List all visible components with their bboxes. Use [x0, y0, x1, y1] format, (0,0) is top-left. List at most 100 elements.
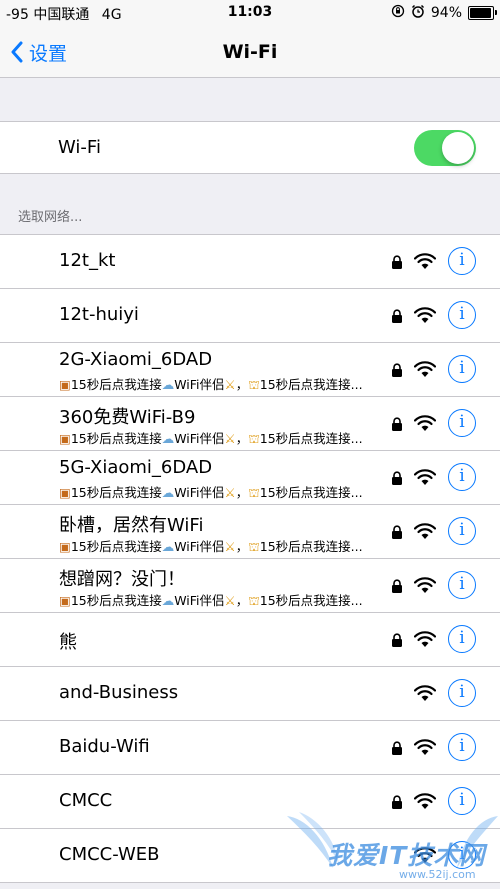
- toggle-knob: [442, 132, 474, 164]
- wifi-signal-icon: [414, 469, 436, 485]
- lock-icon: [392, 309, 402, 323]
- section-header: 选取网络...: [18, 210, 83, 225]
- status-bar: -95 中国联通 4G 11:03 94%: [0, 0, 500, 26]
- wifi-signal-icon: [414, 523, 436, 539]
- network-row[interactable]: 2G-Xiaomi_6DAD ▣15秒后点我连接☁WiFi伴侣⚔，⛫15秒后点我连…: [0, 343, 500, 397]
- network-row[interactable]: CMCC i: [0, 775, 500, 829]
- wifi-signal-icon: [414, 685, 436, 701]
- network-name: 12t_kt: [59, 250, 116, 271]
- network-name: 熊: [59, 632, 77, 653]
- wifi-signal-icon: [414, 847, 436, 863]
- runner-icon: ⚔: [224, 593, 236, 608]
- network-subtitle-part: ，: [235, 485, 249, 500]
- network-name: Baidu-Wifi: [59, 736, 150, 757]
- navigation-bar: 设置 Wi-Fi: [0, 26, 500, 78]
- network-name: and-Business: [59, 682, 179, 703]
- info-button[interactable]: i: [448, 733, 476, 761]
- cloud-icon: ☁: [161, 485, 175, 500]
- wifi-signal-icon: [414, 307, 436, 323]
- network-subtitle-part: WiFi伴侣: [174, 485, 225, 500]
- network-subtitle-part: WiFi伴侣: [174, 431, 225, 446]
- network-row[interactable]: 12t_kt i: [0, 235, 500, 289]
- info-button[interactable]: i: [448, 679, 476, 707]
- lock-icon: [392, 579, 402, 593]
- network-subtitle-part: 15秒后点我连接: [70, 431, 162, 446]
- battery-tip: [495, 10, 497, 15]
- wifi-toggle-row: Wi-Fi: [0, 121, 500, 174]
- page-title: Wi-Fi: [222, 41, 278, 63]
- runner-icon: ⚔: [224, 539, 236, 554]
- bus-icon: ▣: [59, 593, 71, 608]
- info-button[interactable]: i: [448, 571, 476, 599]
- network-name: 5G-Xiaomi_6DAD: [59, 457, 213, 478]
- network-subtitle-part: WiFi伴侣: [174, 539, 225, 554]
- network-subtitle-part: 15秒后点我连接: [70, 377, 162, 392]
- ferris-wheel-icon: ⛫: [248, 593, 260, 608]
- network-row[interactable]: CMCC-WEB i: [0, 829, 500, 883]
- wifi-toggle-label: Wi-Fi: [58, 137, 101, 158]
- bus-icon: ▣: [59, 485, 71, 500]
- network-name: 卧槽，居然有WiFi: [59, 515, 204, 536]
- battery-fill: [470, 8, 491, 18]
- runner-icon: ⚔: [224, 485, 236, 500]
- network-subtitle-part: 15秒后点我连接...: [259, 539, 363, 554]
- info-button[interactable]: i: [448, 517, 476, 545]
- lock-icon: [392, 633, 402, 647]
- lock-icon: [392, 741, 402, 755]
- network-row[interactable]: Baidu-Wifi i: [0, 721, 500, 775]
- wifi-signal-icon: [414, 577, 436, 593]
- wifi-signal-icon: [414, 739, 436, 755]
- network-subtitle-part: 15秒后点我连接: [70, 539, 162, 554]
- network-subtitle-part: WiFi伴侣: [174, 377, 225, 392]
- ferris-wheel-icon: ⛫: [248, 431, 260, 446]
- network-subtitle: ▣15秒后点我连接☁WiFi伴侣⚔，⛫15秒后点我连接...: [59, 482, 397, 502]
- network-subtitle-part: WiFi伴侣: [174, 593, 225, 608]
- cloud-icon: ☁: [161, 431, 175, 446]
- network-name: 12t-huiyi: [59, 304, 139, 325]
- network-row[interactable]: 想蹭网？没门！ ▣15秒后点我连接☁WiFi伴侣⚔，⛫15秒后点我连接... i: [0, 559, 500, 613]
- lock-icon: [392, 525, 402, 539]
- info-button[interactable]: i: [448, 301, 476, 329]
- network-row[interactable]: 12t-huiyi i: [0, 289, 500, 343]
- network-row[interactable]: and-Business i: [0, 667, 500, 721]
- network-row[interactable]: 5G-Xiaomi_6DAD ▣15秒后点我连接☁WiFi伴侣⚔，⛫15秒后点我连…: [0, 451, 500, 505]
- wifi-signal-icon: [414, 415, 436, 431]
- lock-icon: [392, 255, 402, 269]
- cloud-icon: ☁: [161, 539, 175, 554]
- bus-icon: ▣: [59, 377, 71, 392]
- info-button[interactable]: i: [448, 463, 476, 491]
- ferris-wheel-icon: ⛫: [248, 377, 260, 392]
- wifi-signal-icon: [414, 793, 436, 809]
- network-name: 360免费WiFi-B9: [59, 407, 196, 428]
- info-button[interactable]: i: [448, 355, 476, 383]
- wifi-toggle-switch[interactable]: [414, 130, 476, 166]
- network-row[interactable]: 卧槽，居然有WiFi ▣15秒后点我连接☁WiFi伴侣⚔，⛫15秒后点我连接...…: [0, 505, 500, 559]
- info-button[interactable]: i: [448, 247, 476, 275]
- network-subtitle-part: ，: [235, 431, 249, 446]
- battery-icon: [468, 6, 497, 20]
- network-subtitle-part: 15秒后点我连接...: [259, 431, 363, 446]
- info-button[interactable]: i: [448, 409, 476, 437]
- network-name: CMCC: [59, 790, 113, 811]
- network-subtitle: ▣15秒后点我连接☁WiFi伴侣⚔，⛫15秒后点我连接...: [59, 590, 397, 610]
- info-button[interactable]: i: [448, 841, 476, 869]
- runner-icon: ⚔: [224, 431, 236, 446]
- network-subtitle-part: 15秒后点我连接...: [259, 377, 363, 392]
- network-row[interactable]: 熊i: [0, 613, 500, 667]
- info-button[interactable]: i: [448, 787, 476, 815]
- rotation-lock-icon: [391, 4, 405, 22]
- network-subtitle-part: 15秒后点我连接...: [259, 485, 363, 500]
- alarm-icon: [411, 4, 425, 22]
- network-row[interactable]: 360免费WiFi-B9 ▣15秒后点我连接☁WiFi伴侣⚔，⛫15秒后点我连接.…: [0, 397, 500, 451]
- ferris-wheel-icon: ⛫: [248, 485, 260, 500]
- network-subtitle-part: ，: [235, 377, 249, 392]
- info-button[interactable]: i: [448, 625, 476, 653]
- cloud-icon: ☁: [161, 593, 175, 608]
- lock-icon: [392, 795, 402, 809]
- network-name: 想蹭网？没门！: [59, 569, 185, 590]
- network-subtitle-part: ，: [235, 593, 249, 608]
- status-right: 94%: [391, 4, 497, 22]
- network-name: CMCC-WEB: [59, 844, 160, 865]
- lock-icon: [392, 471, 402, 485]
- wifi-signal-icon: [414, 253, 436, 269]
